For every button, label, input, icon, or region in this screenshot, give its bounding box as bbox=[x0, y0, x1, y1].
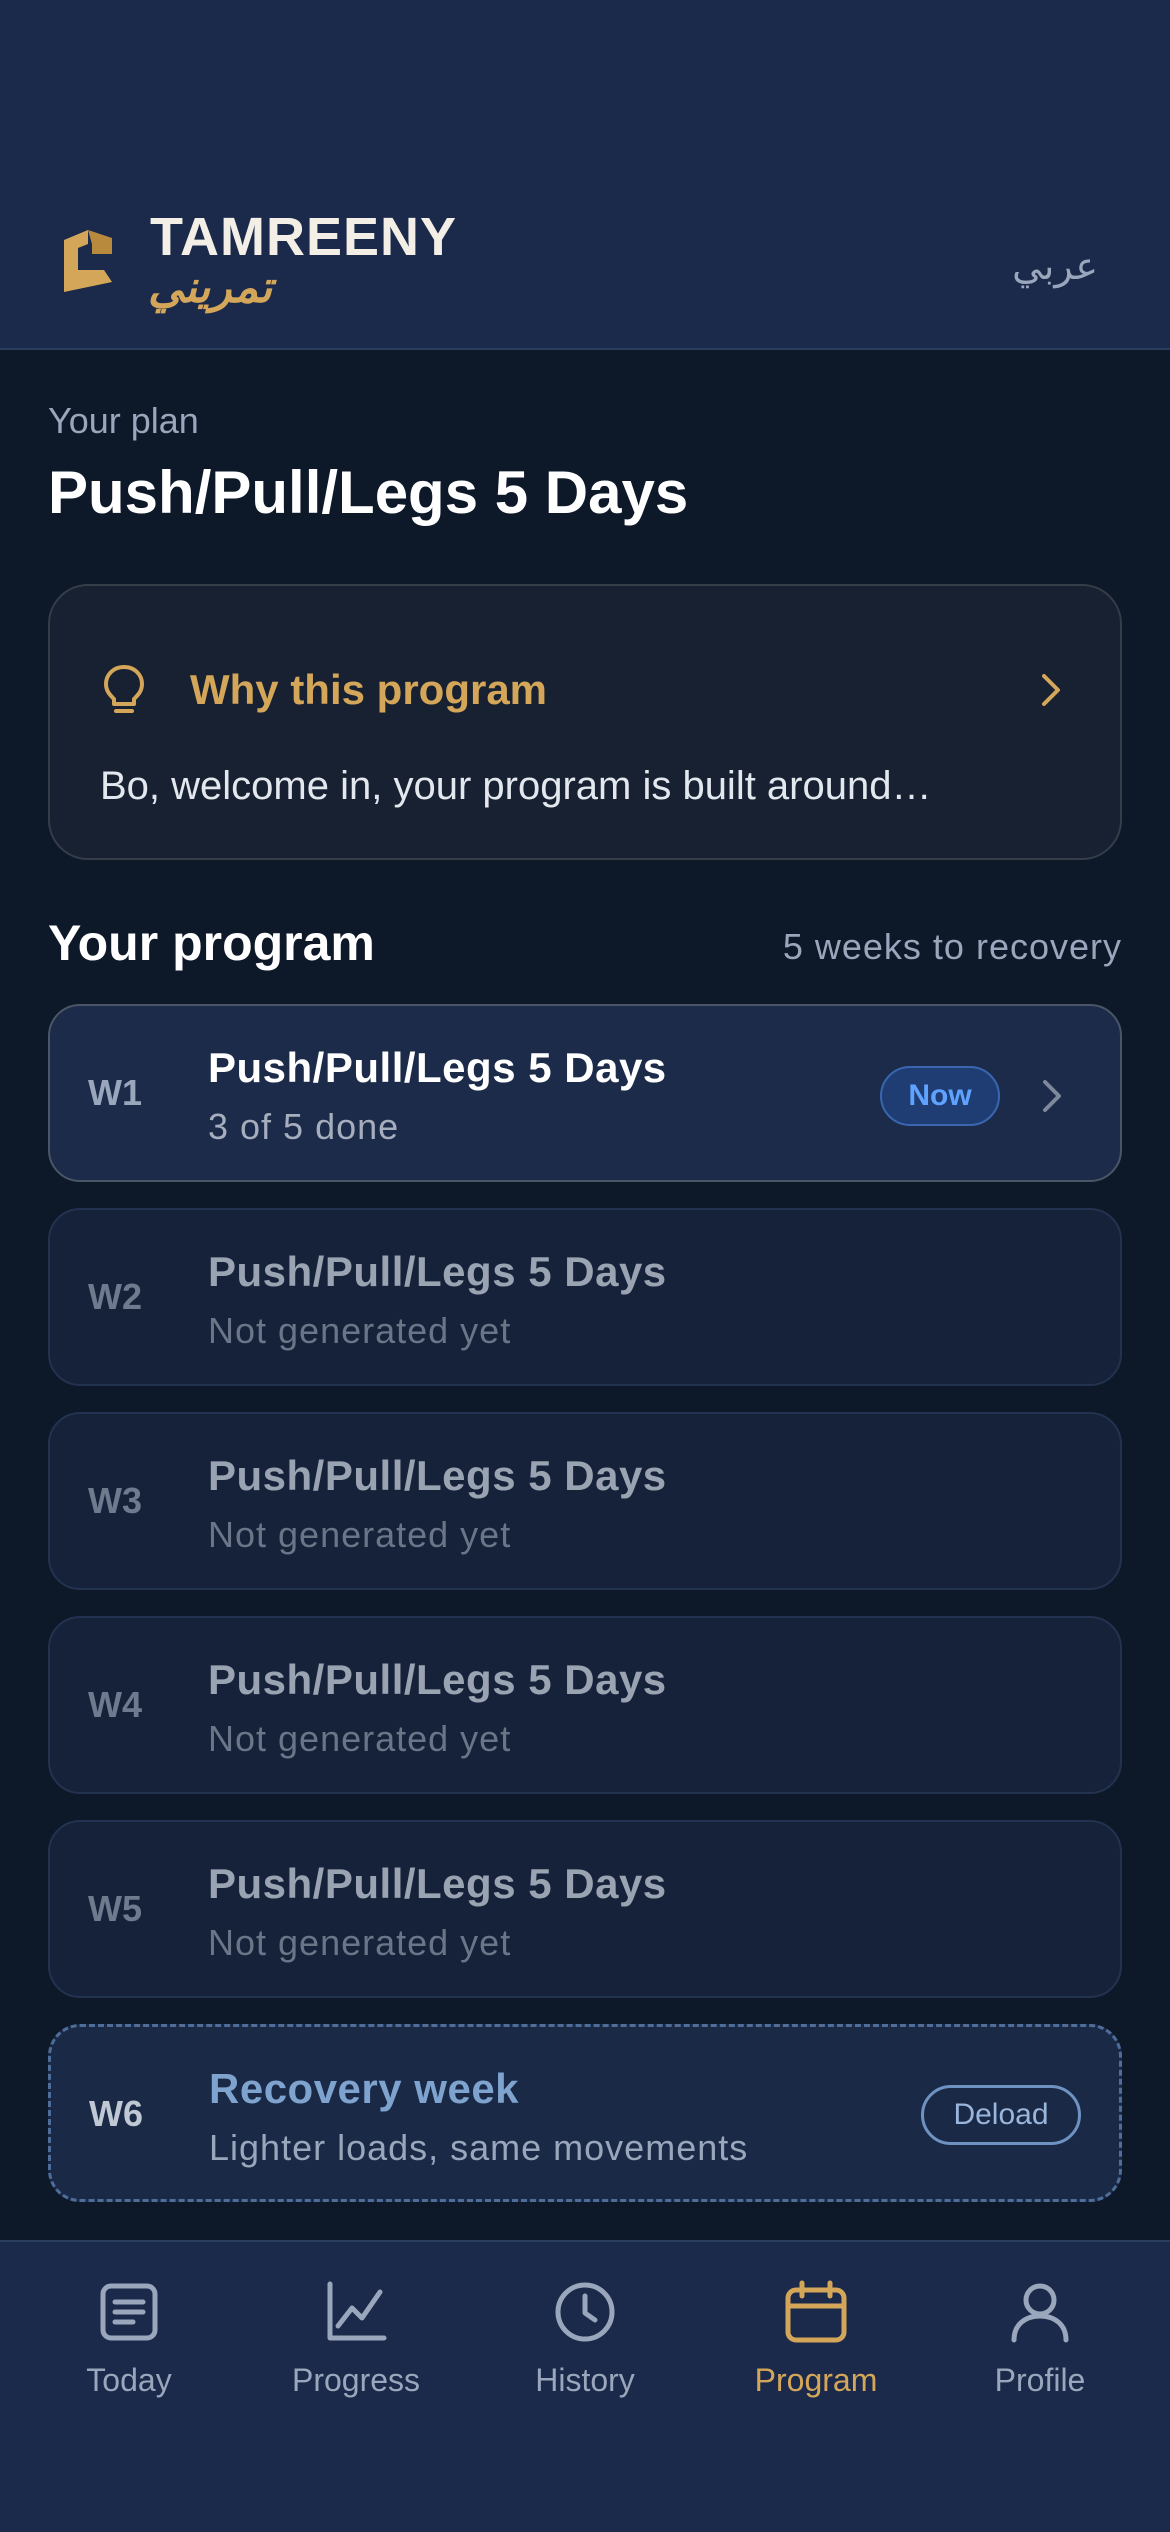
week-card-6-recovery[interactable]: W6 Recovery week Lighter loads, same mov… bbox=[48, 2024, 1122, 2202]
week-status: Lighter loads, same movements bbox=[209, 2127, 749, 2168]
week-name: Recovery week bbox=[209, 2065, 520, 2112]
week-label: W3 bbox=[88, 1480, 142, 1521]
why-this-program-card[interactable]: Why this program Bo, welcome in, your pr… bbox=[48, 584, 1122, 860]
bottom-navigation: Today Progress History Program Profile bbox=[0, 2240, 1170, 2532]
person-icon bbox=[1011, 2283, 1069, 2343]
week-status: 3 of 5 done bbox=[208, 1106, 400, 1147]
why-card-title: Why this program bbox=[190, 666, 548, 713]
week-label: W4 bbox=[88, 1684, 142, 1725]
week-status: Not generated yet bbox=[208, 1514, 512, 1555]
week-label: W2 bbox=[88, 1276, 142, 1317]
chart-icon bbox=[327, 2281, 387, 2341]
week-name: Push/Pull/Legs 5 Days bbox=[208, 1656, 667, 1703]
language-toggle[interactable]: عربي bbox=[1012, 244, 1098, 289]
nav-item-profile[interactable]: Profile bbox=[940, 2280, 1140, 2410]
brand-name-arabic: تمريني bbox=[148, 263, 273, 312]
plan-title: Push/Pull/Legs 5 Days bbox=[48, 459, 689, 526]
tamreeny-logo-icon bbox=[64, 230, 112, 292]
nav-item-program[interactable]: Program bbox=[716, 2280, 916, 2410]
week-status: Not generated yet bbox=[208, 1310, 512, 1351]
deload-badge: Deload bbox=[921, 2085, 1081, 2145]
week-status: Not generated yet bbox=[208, 1922, 512, 1963]
week-card-1[interactable]: W1 Push/Pull/Legs 5 Days 3 of 5 done Now bbox=[48, 1004, 1122, 1182]
nav-label: Profile bbox=[994, 2362, 1086, 2398]
nav-label: Program bbox=[754, 2362, 878, 2398]
week-name: Push/Pull/Legs 5 Days bbox=[208, 1860, 667, 1907]
week-label: W6 bbox=[89, 2093, 143, 2134]
chevron-right-icon bbox=[1042, 674, 1060, 706]
week-label: W1 bbox=[88, 1072, 142, 1113]
brand-name-english: TAMREENY bbox=[150, 207, 458, 267]
week-card-5[interactable]: W5 Push/Pull/Legs 5 Days Not generated y… bbox=[48, 1820, 1122, 1998]
nav-label: Today bbox=[86, 2362, 172, 2398]
week-status: Not generated yet bbox=[208, 1718, 512, 1759]
week-name: Push/Pull/Legs 5 Days bbox=[208, 1452, 667, 1499]
program-section-meta: 5 weeks to recovery bbox=[782, 926, 1122, 967]
program-section-title: Your program bbox=[48, 915, 375, 971]
document-icon bbox=[100, 2283, 158, 2341]
app-header: TAMREENY تمريني عربي bbox=[0, 0, 1170, 350]
why-card-preview: Bo, welcome in, your program is built ar… bbox=[100, 764, 932, 808]
week-card-4[interactable]: W4 Push/Pull/Legs 5 Days Not generated y… bbox=[48, 1616, 1122, 1794]
clock-icon bbox=[555, 2282, 615, 2342]
nav-label: Progress bbox=[291, 2362, 421, 2398]
now-badge: Now bbox=[880, 1066, 1000, 1126]
nav-label: History bbox=[535, 2362, 635, 2398]
nav-item-progress[interactable]: Progress bbox=[256, 2280, 456, 2410]
week-label: W5 bbox=[88, 1888, 142, 1929]
week-name: Push/Pull/Legs 5 Days bbox=[208, 1044, 667, 1091]
week-card-2[interactable]: W2 Push/Pull/Legs 5 Days Not generated y… bbox=[48, 1208, 1122, 1386]
lightbulb-icon bbox=[104, 665, 144, 713]
app-root: TAMREENY تمريني عربي Your plan Push/Pull… bbox=[0, 0, 1170, 2532]
plan-subtitle: Your plan bbox=[48, 400, 199, 441]
calendar-icon bbox=[785, 2280, 847, 2343]
chevron-right-icon bbox=[1043, 1080, 1061, 1112]
nav-item-history[interactable]: History bbox=[485, 2280, 685, 2410]
week-card-3[interactable]: W3 Push/Pull/Legs 5 Days Not generated y… bbox=[48, 1412, 1122, 1590]
week-name: Push/Pull/Legs 5 Days bbox=[208, 1248, 667, 1295]
nav-item-today[interactable]: Today bbox=[29, 2280, 229, 2410]
